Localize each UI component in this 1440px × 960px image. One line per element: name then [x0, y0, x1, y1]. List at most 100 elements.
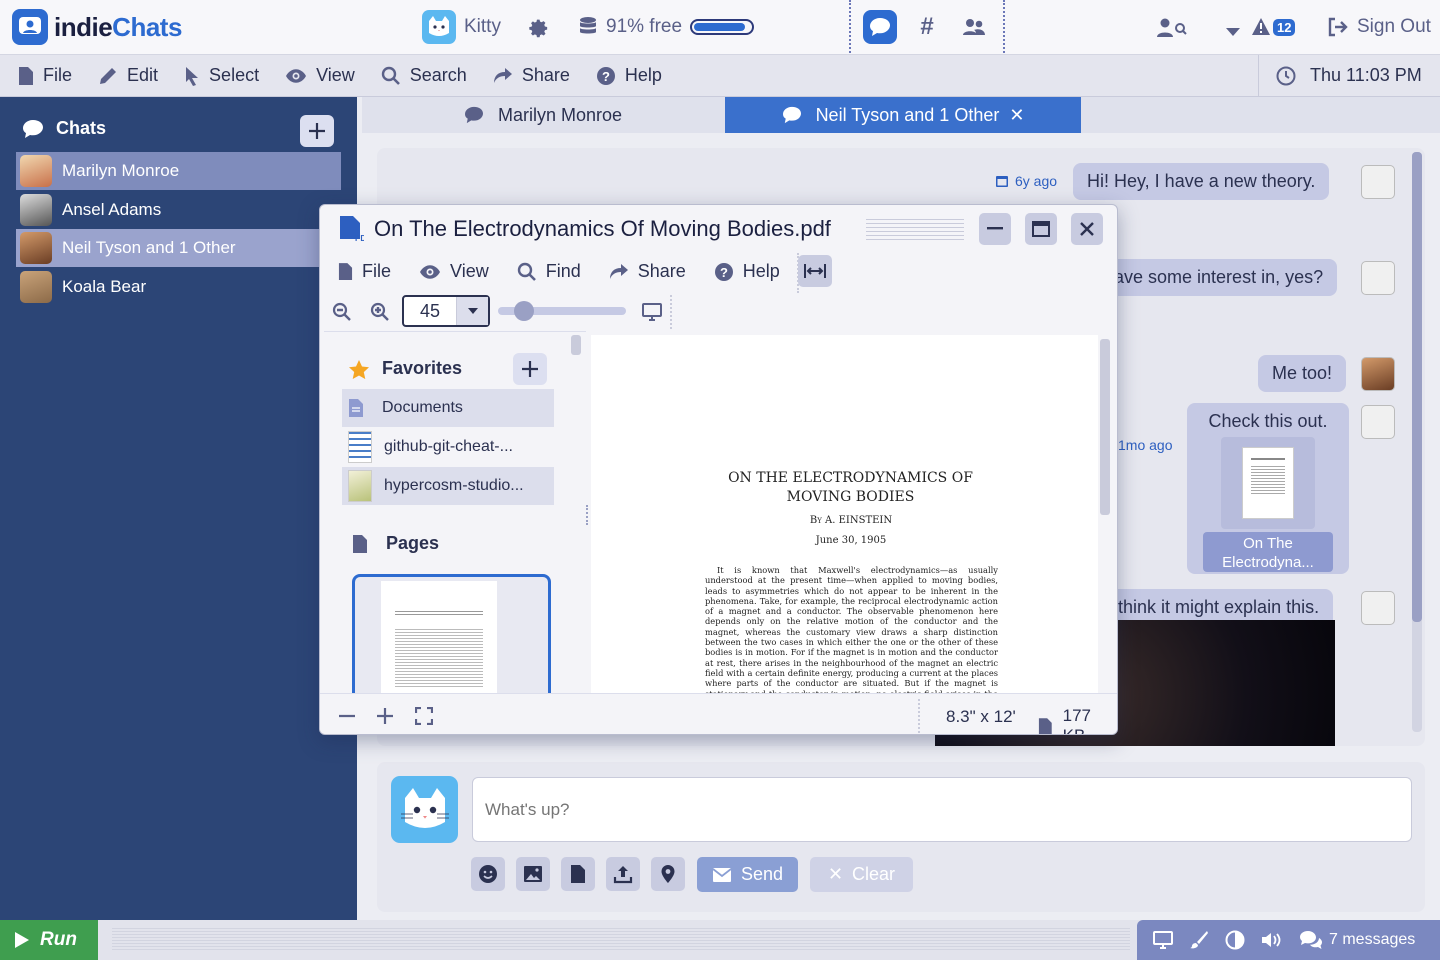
- sign-out-button[interactable]: Sign Out: [1327, 16, 1431, 38]
- notifications[interactable]: 12: [1251, 17, 1296, 37]
- zoom-in-icon[interactable]: [370, 302, 390, 322]
- menu-edit[interactable]: Edit: [98, 65, 158, 86]
- minimize-button[interactable]: [979, 213, 1011, 245]
- favorite-item-documents[interactable]: Documents: [342, 389, 554, 427]
- tab-neil-tyson[interactable]: Neil Tyson and 1 Other ✕: [725, 97, 1081, 133]
- message-input[interactable]: [472, 777, 1412, 842]
- paintbrush-icon[interactable]: [1189, 930, 1209, 950]
- divider: [1003, 0, 1005, 53]
- send-label: Send: [740, 864, 784, 884]
- clear-button[interactable]: ✕ Clear: [810, 857, 913, 892]
- pdf-menu-file[interactable]: File: [338, 261, 391, 282]
- panel-resize-handle[interactable]: [586, 505, 588, 525]
- pdf-scrollbar-thumb[interactable]: [1100, 339, 1110, 515]
- new-chat-button[interactable]: [300, 115, 334, 147]
- close-icon: [1080, 222, 1094, 236]
- smiley-icon: [479, 865, 497, 883]
- chat-item-marilyn-monroe[interactable]: Marilyn Monroe: [16, 152, 341, 190]
- user-search-icon[interactable]: [1157, 17, 1187, 39]
- zoom-slider[interactable]: [498, 301, 626, 321]
- add-favorite-button[interactable]: [513, 353, 547, 385]
- run-button[interactable]: Run: [0, 920, 98, 960]
- contacts-icon[interactable]: [957, 10, 991, 44]
- zoom-select[interactable]: 45: [402, 295, 490, 327]
- side-panel-scrollbar[interactable]: [571, 335, 581, 355]
- favorite-item-github-git-cheat[interactable]: github-git-cheat-...: [342, 428, 554, 466]
- close-icon: ✕: [827, 864, 844, 884]
- zoom-value: 45: [419, 300, 441, 321]
- pdf-menu-find[interactable]: Find: [517, 261, 581, 282]
- doc-date: June 30, 1905: [815, 535, 887, 546]
- pdf-menu-share[interactable]: Share: [609, 261, 686, 282]
- scrollbar-thumb[interactable]: [1412, 152, 1422, 622]
- pdf-scrollbar-track[interactable]: [1098, 335, 1112, 695]
- file-icon: [19, 66, 33, 85]
- menu-view[interactable]: View: [285, 65, 355, 86]
- close-tab-icon[interactable]: ✕: [1009, 105, 1024, 126]
- storage-indicator: 91% free: [578, 16, 755, 38]
- doc-heading: ON THE ELECTRODYNAMICS OF MOVING BODIES: [728, 470, 973, 505]
- menu-file[interactable]: File: [18, 65, 72, 86]
- message-timestamp: 1mo ago: [1118, 437, 1173, 453]
- emoji-button[interactable]: [471, 857, 505, 891]
- tab-marilyn-monroe[interactable]: Marilyn Monroe: [362, 97, 724, 133]
- menu-file-label: File: [43, 65, 73, 85]
- maximize-button[interactable]: [1025, 213, 1057, 245]
- chat-bubble-nav-icon[interactable]: [863, 10, 897, 44]
- caret-down-icon[interactable]: [1225, 22, 1241, 42]
- star-icon: [349, 359, 369, 379]
- message-bubble-attachment[interactable]: Check this out. On The Electrodyna...: [1187, 403, 1349, 574]
- pdf-file-icon: PDF: [340, 216, 364, 243]
- menu-select[interactable]: Select: [184, 65, 259, 86]
- menu-help[interactable]: ? Help: [596, 65, 662, 86]
- presentation-icon[interactable]: [642, 302, 662, 322]
- favorite-item-hypercosm-studio[interactable]: hypercosm-studio...: [342, 467, 554, 505]
- plus-icon[interactable]: [376, 707, 394, 725]
- image-button[interactable]: [516, 857, 550, 891]
- attachment-thumbnail[interactable]: [1221, 437, 1315, 529]
- upload-button[interactable]: [606, 857, 640, 891]
- maximize-icon: [1032, 221, 1050, 237]
- fullscreen-icon[interactable]: [415, 707, 433, 725]
- svg-text:PDF: PDF: [355, 234, 364, 243]
- chat-item-koala-bear[interactable]: Koala Bear: [16, 268, 341, 306]
- pencil-icon: [100, 67, 117, 84]
- chat-item-neil-tyson[interactable]: Neil Tyson and 1 Other: [16, 229, 341, 267]
- send-button[interactable]: Send: [697, 857, 798, 892]
- file-button[interactable]: [561, 857, 595, 891]
- settings-gear-icon[interactable]: [528, 17, 550, 44]
- chat-item-ansel-adams[interactable]: Ansel Adams: [16, 191, 341, 229]
- pdf-title-bar[interactable]: PDF On The Electrodynamics Of Moving Bod…: [338, 215, 831, 243]
- volume-icon[interactable]: [1261, 931, 1283, 949]
- message-bubble[interactable]: Me too!: [1258, 355, 1347, 392]
- message-bubble[interactable]: Hi! Hey, I have a new theory.: [1073, 163, 1330, 200]
- attachment-label[interactable]: On The Electrodyna...: [1203, 532, 1333, 572]
- close-window-button[interactable]: [1071, 213, 1103, 245]
- location-button[interactable]: [651, 857, 685, 891]
- message-timestamp: 6y ago: [995, 173, 1057, 189]
- status-bar: 7 messages: [1137, 920, 1440, 960]
- message-count[interactable]: 7 messages: [1299, 930, 1415, 950]
- zoom-out-icon[interactable]: [332, 302, 352, 322]
- user-menu[interactable]: Kitty: [422, 10, 501, 44]
- fit-width-button[interactable]: [798, 255, 832, 287]
- message-bubble[interactable]: ave some interest in, yes?: [1100, 259, 1338, 296]
- contrast-icon[interactable]: [1225, 930, 1245, 950]
- menu-share[interactable]: Share: [493, 65, 570, 86]
- pdf-viewer-window[interactable]: PDF On The Electrodynamics Of Moving Bod…: [319, 204, 1118, 735]
- channels-hash-icon[interactable]: #: [910, 10, 944, 44]
- page-size: 8.3" x 12': [946, 707, 1016, 726]
- pdf-page[interactable]: ON THE ELECTRODYNAMICS OF MOVING BODIES …: [591, 335, 1098, 695]
- pdf-menu-view[interactable]: View: [419, 261, 489, 282]
- desktop-icon[interactable]: [1153, 931, 1173, 949]
- pdf-menu-help[interactable]: ? Help: [714, 261, 780, 282]
- run-label: Run: [40, 929, 77, 950]
- zoom-slider-handle[interactable]: [513, 301, 534, 321]
- page-thumbnail[interactable]: [352, 574, 551, 697]
- minus-icon[interactable]: [338, 707, 356, 725]
- menu-search[interactable]: Search: [381, 65, 467, 86]
- svg-text:?: ?: [602, 69, 610, 84]
- app-logo[interactable]: indieChats: [12, 8, 182, 46]
- title-drag-handle[interactable]: [866, 219, 964, 241]
- scrollbar-track[interactable]: [1412, 152, 1422, 732]
